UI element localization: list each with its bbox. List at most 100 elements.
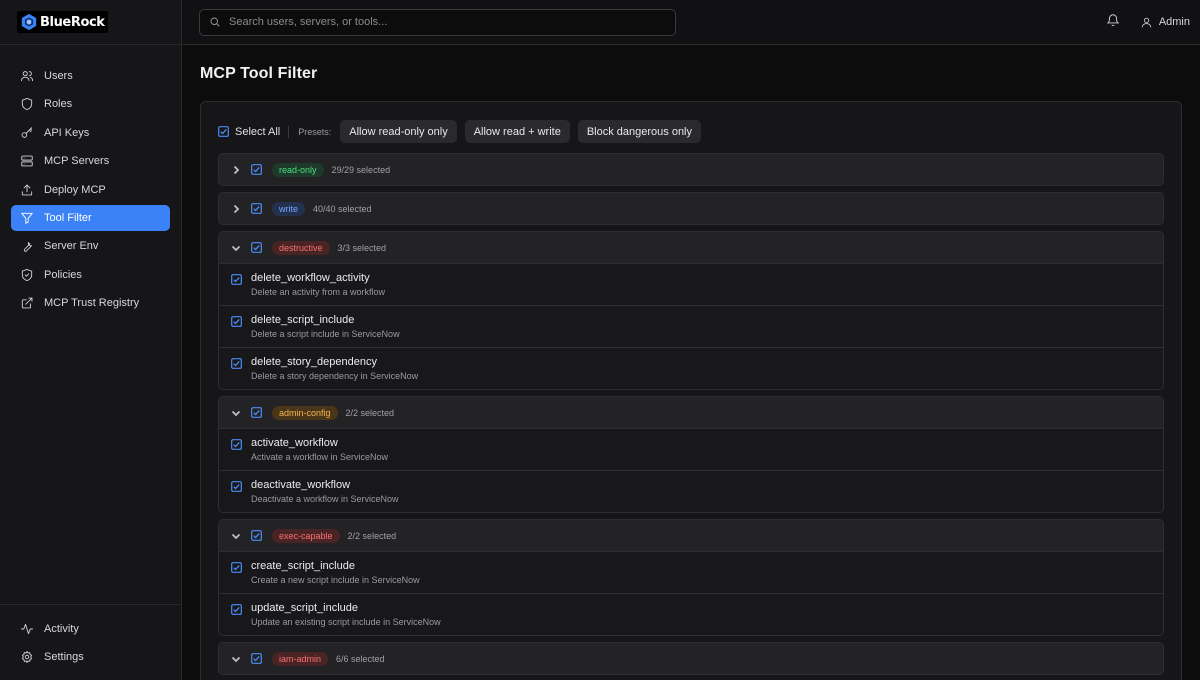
chevron-down-icon[interactable] [231,654,241,664]
select-all-label: Select All [235,125,281,138]
tool-description: Delete a script include in ServiceNow [251,329,400,339]
sidebar-item-label: Users [44,70,73,82]
tool-name: delete_workflow_activity [251,272,370,284]
checkbox-checked-icon[interactable] [251,653,262,664]
notifications-button[interactable] [1106,13,1120,32]
sidebar-item-label: MCP Servers [44,155,110,168]
sidebar-item-mcp-trust-registry[interactable]: MCP Trust Registry [11,290,170,316]
activity-icon [20,623,34,635]
sidebar-item-activity[interactable]: Activity [11,616,170,642]
checkbox-checked-icon[interactable] [251,530,262,541]
group-selected-count: 2/2 selected [347,530,397,541]
gear-icon [21,650,33,664]
tool-row[interactable]: delete_story_dependency Delete a story de… [219,347,1163,389]
brand-name: BlueRock [40,14,105,30]
sidebar: BlueRock Users Roles API Keys MCP Server… [0,0,182,680]
user-icon [1141,17,1152,27]
brand-logo[interactable]: BlueRock [17,11,108,33]
checkbox-checked-icon[interactable] [231,439,242,450]
sidebar-item-tool-filter[interactable]: Tool Filter [11,204,170,231]
tool-row[interactable]: activate_workflow Activate a workflow in … [219,428,1163,470]
tool-group-header[interactable]: exec-capable 2/2 selected [219,520,1163,551]
sidebar-item-label: Tool Filter [44,211,92,224]
preset-read-only-button[interactable]: Allow read-only only [340,120,457,143]
group-tag-badge: iam-admin [272,651,329,666]
tool-groups-list: read-only 29/29 selected write 40/40 select… [218,153,1164,675]
checkbox-checked-icon[interactable] [251,242,262,253]
chevron-right-icon[interactable] [231,204,241,214]
chevron-down-icon[interactable] [231,408,241,418]
tool-group-header[interactable]: read-only 29/29 selected [219,154,1163,185]
top-right-actions: Admin [1106,13,1190,32]
tool-row[interactable]: update_script_include Update an existing … [219,593,1163,635]
chevron-down-icon[interactable] [231,243,241,253]
search-icon [210,17,220,27]
tool-name: create_script_include [251,560,355,572]
sidebar-item-label: Settings [44,651,84,663]
group-selected-count: 3/3 selected [337,242,387,253]
sidebar-item-deploy-mcp[interactable]: Deploy MCP [11,177,170,203]
checkbox-checked-icon[interactable] [231,604,242,615]
tool-name: delete_story_dependency [251,356,377,368]
tool-filter-panel: Select All Presets: Allow read-only only… [200,101,1182,680]
checkbox-checked-icon[interactable] [231,481,242,492]
logo-area: BlueRock [0,0,181,45]
filter-toolbar: Select All Presets: Allow read-only only… [218,120,1164,143]
tool-text: delete_script_include Delete a script inc… [251,314,400,339]
tool-row[interactable]: create_script_include Create a new script… [219,551,1163,593]
search-box[interactable] [199,8,676,36]
group-selected-count: 2/2 selected [345,407,395,418]
sidebar-item-users[interactable]: Users [11,63,170,89]
sidebar-item-api-keys[interactable]: API Keys [11,120,170,146]
sidebar-item-label: Policies [44,268,82,281]
preset-read-write-button[interactable]: Allow read + write [464,120,570,143]
user-menu[interactable]: Admin [1140,16,1190,29]
tool-group-header[interactable]: destructive 3/3 selected [219,232,1163,263]
checkbox-checked-icon[interactable] [251,203,262,214]
tool-group-admin-config: admin-config 2/2 selected activate_workflo… [218,396,1164,513]
group-tag-badge: admin-config [272,405,338,420]
tool-description: Delete an activity from a workflow [251,287,386,297]
preset-block-dangerous-button[interactable]: Block dangerous only [577,120,702,143]
tool-row[interactable]: delete_workflow_activity Delete an activi… [219,263,1163,305]
checkbox-checked-icon[interactable] [231,316,242,327]
sidebar-item-settings[interactable]: Settings [11,644,170,670]
chevron-right-icon[interactable] [231,165,241,175]
sidebar-item-label: API Keys [44,126,90,139]
tool-row[interactable]: delete_script_include Delete a script inc… [219,305,1163,347]
search-input[interactable] [229,16,649,28]
presets-label: Presets: [298,126,332,137]
checkbox-checked-icon[interactable] [231,562,242,573]
sidebar-item-mcp-servers[interactable]: MCP Servers [11,148,170,174]
checkbox-checked-icon[interactable] [251,407,262,418]
tool-group-header[interactable]: write 40/40 selected [219,193,1163,224]
select-all-checkbox[interactable]: Select All [218,126,280,138]
chevron-down-icon[interactable] [231,531,241,541]
tool-group-iam-admin: iam-admin 6/6 selected [218,642,1164,675]
tool-name: delete_script_include [251,314,355,326]
group-tag-badge: exec-capable [272,528,340,543]
tool-group-destructive: destructive 3/3 selected delete_workflow_a… [218,231,1164,390]
checkbox-checked-icon[interactable] [231,274,242,285]
checkbox-checked-icon[interactable] [251,164,262,175]
group-tag-badge: destructive [272,240,330,255]
filter-icon [21,212,33,224]
tool-name: update_script_include [251,602,359,614]
tool-text: delete_story_dependency Delete a story de… [251,356,418,381]
tool-group-read-only: read-only 29/29 selected [218,153,1164,186]
sidebar-bottom: Activity Settings [0,604,181,680]
sidebar-item-label: Deploy MCP [44,183,106,196]
sidebar-item-label: Server Env [44,240,99,253]
page-content: MCP Tool Filter Select All Presets: Allo… [182,45,1200,680]
sidebar-item-server-env[interactable]: Server Env [11,233,170,259]
tool-text: activate_workflow Activate a workflow in … [251,437,388,462]
checkbox-checked-icon[interactable] [231,358,242,369]
tool-row[interactable]: deactivate_workflow Deactivate a workflow… [219,470,1163,512]
tool-group-write: write 40/40 selected [218,192,1164,225]
tool-group-header[interactable]: admin-config 2/2 selected [219,397,1163,428]
tool-group-header[interactable]: iam-admin 6/6 selected [219,643,1163,674]
sidebar-item-roles[interactable]: Roles [11,91,170,117]
tool-name: activate_workflow [251,437,338,449]
sidebar-item-label: Roles [44,98,73,111]
sidebar-item-policies[interactable]: Policies [11,262,170,288]
